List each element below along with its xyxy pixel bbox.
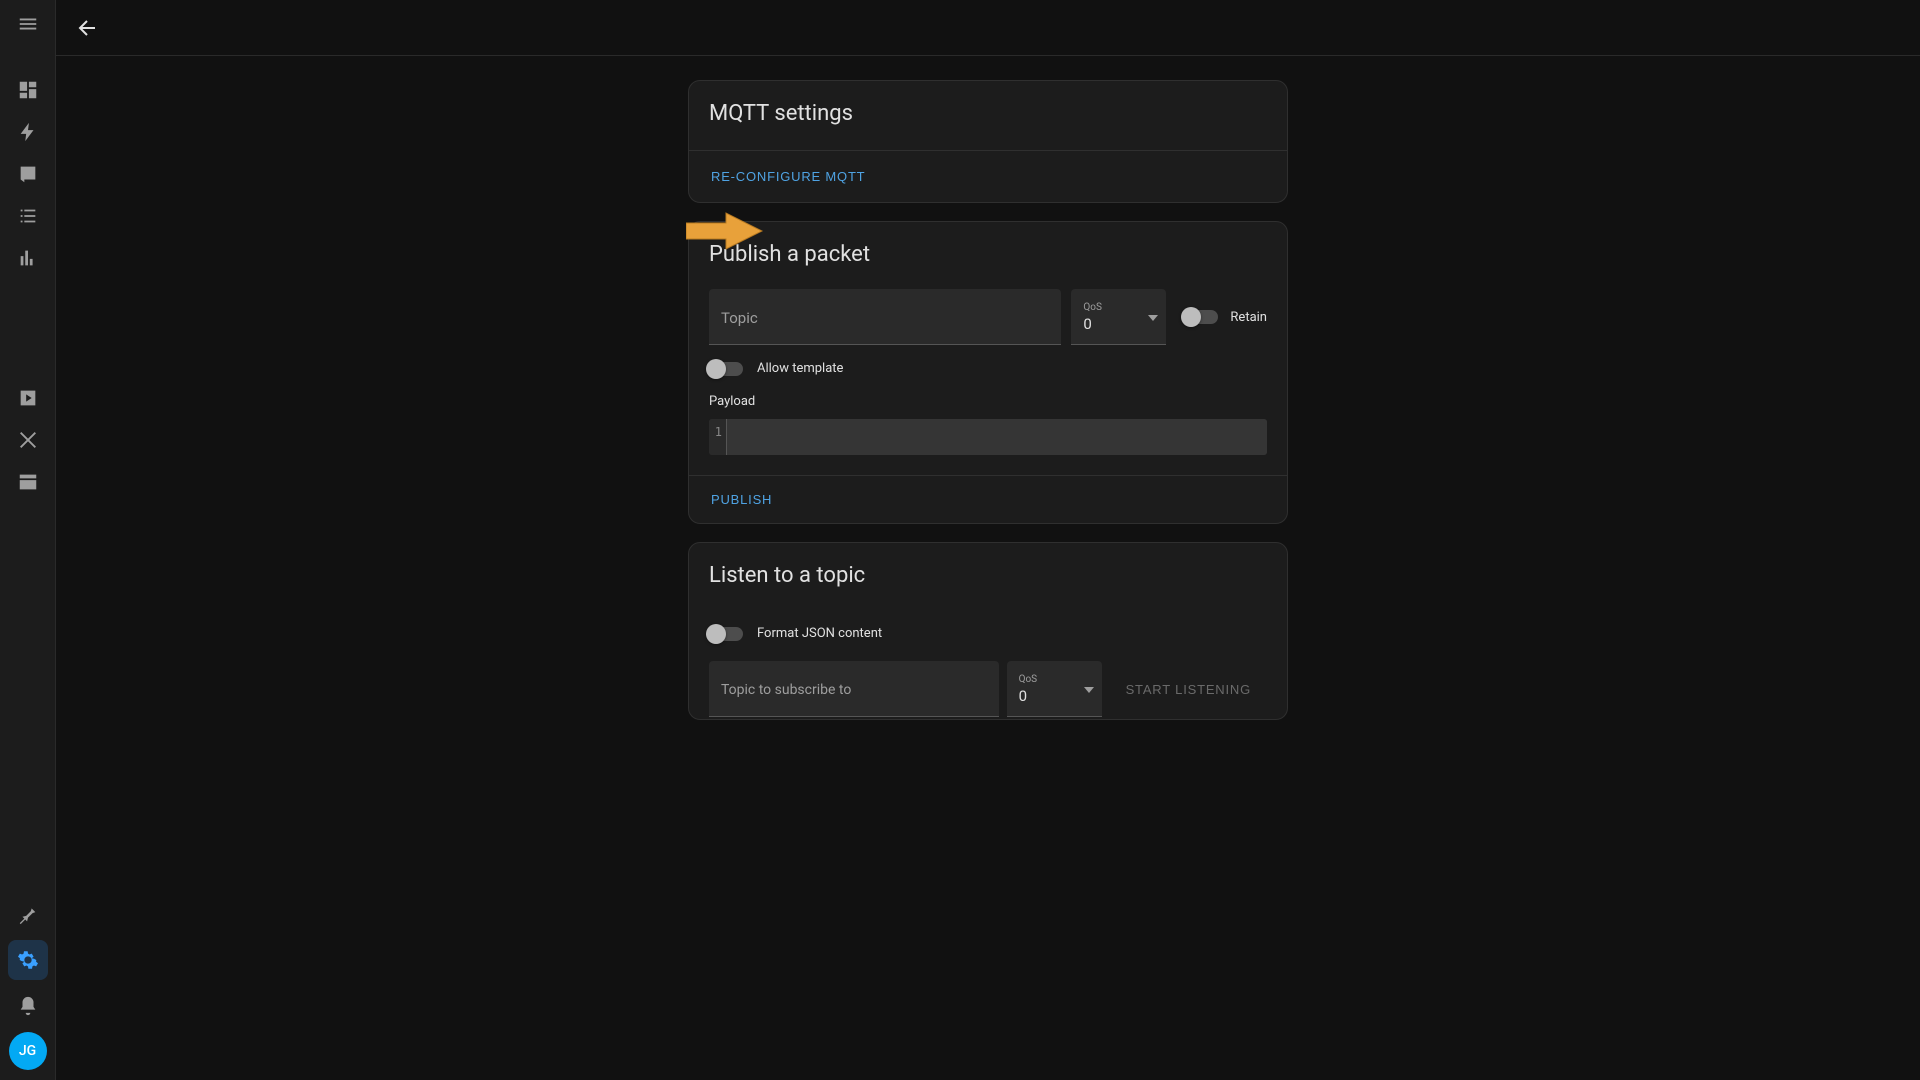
shuffle-icon [17, 429, 39, 451]
lightning-icon [17, 121, 39, 143]
menu-button[interactable] [8, 4, 48, 44]
media-icon [17, 387, 39, 409]
sidebar-item-media[interactable] [8, 378, 48, 418]
chevron-down-icon [1084, 681, 1094, 697]
content: MQTT settings Re-configure MQTT Publish … [56, 56, 1920, 1080]
publish-topic-field[interactable]: Topic [709, 289, 1061, 345]
gear-icon [17, 949, 39, 971]
reconfigure-mqtt-button[interactable]: Re-configure MQTT [701, 161, 875, 192]
subscribe-topic-field[interactable]: Topic to subscribe to [709, 661, 999, 717]
sidebar-item-shuffle[interactable] [8, 420, 48, 460]
retain-toggle[interactable] [1184, 310, 1218, 324]
listen-qos-label: QoS [1019, 675, 1090, 685]
arrow-left-icon [76, 16, 100, 40]
start-listening-button[interactable]: Start listening [1110, 661, 1267, 717]
mqtt-settings-title: MQTT settings [709, 101, 1267, 126]
publish-topic-label: Topic [721, 309, 1049, 327]
chart-icon [17, 247, 39, 269]
sidebar-item-logbook[interactable] [8, 196, 48, 236]
sidebar-item-devtools[interactable] [8, 894, 48, 934]
listen-qos-value: 0 [1019, 687, 1090, 705]
topbar [56, 0, 1920, 56]
sidebar-item-history[interactable] [8, 238, 48, 278]
sidebar-item-map[interactable] [8, 154, 48, 194]
dashboard-icon [17, 79, 39, 101]
payload-input[interactable] [727, 419, 1267, 455]
back-button[interactable] [68, 8, 108, 48]
avatar[interactable]: JG [9, 1032, 47, 1070]
listen-title: Listen to a topic [709, 563, 1267, 588]
chevron-down-icon [1148, 309, 1158, 325]
allow-template-toggle[interactable] [709, 362, 743, 376]
payload-editor[interactable]: 1 [709, 419, 1267, 455]
contact-icon [17, 163, 39, 185]
payload-line-number: 1 [709, 419, 727, 455]
allow-template-label: Allow template [757, 361, 843, 376]
sidebar: JG [0, 0, 56, 1080]
publish-qos-value: 0 [1083, 315, 1154, 333]
payload-label: Payload [709, 394, 1267, 409]
sidebar-item-energy[interactable] [8, 112, 48, 152]
mqtt-settings-card: MQTT settings Re-configure MQTT [688, 80, 1288, 203]
subscribe-topic-label: Topic to subscribe to [721, 682, 987, 698]
hamburger-icon [17, 13, 39, 35]
sidebar-item-notifications[interactable] [8, 986, 48, 1026]
publish-qos-select[interactable]: QoS 0 [1071, 289, 1166, 345]
list-icon [17, 205, 39, 227]
listen-qos-select[interactable]: QoS 0 [1007, 661, 1102, 717]
publish-title: Publish a packet [709, 242, 1267, 267]
sidebar-item-overview[interactable] [8, 70, 48, 110]
main-area: MQTT settings Re-configure MQTT Publish … [56, 0, 1920, 1080]
sidebar-item-settings[interactable] [8, 940, 48, 980]
browser-icon [17, 471, 39, 493]
publish-button[interactable]: Publish [701, 484, 782, 515]
format-json-label: Format JSON content [757, 626, 882, 641]
pin-icon [17, 903, 39, 925]
publish-packet-card: Publish a packet Topic QoS 0 [688, 221, 1288, 524]
sidebar-item-browser[interactable] [8, 462, 48, 502]
publish-qos-label: QoS [1083, 303, 1154, 313]
listen-topic-card: Listen to a topic Format JSON content To… [688, 542, 1288, 720]
retain-label: Retain [1230, 310, 1267, 325]
bell-icon [17, 995, 39, 1017]
format-json-toggle[interactable] [709, 627, 743, 641]
